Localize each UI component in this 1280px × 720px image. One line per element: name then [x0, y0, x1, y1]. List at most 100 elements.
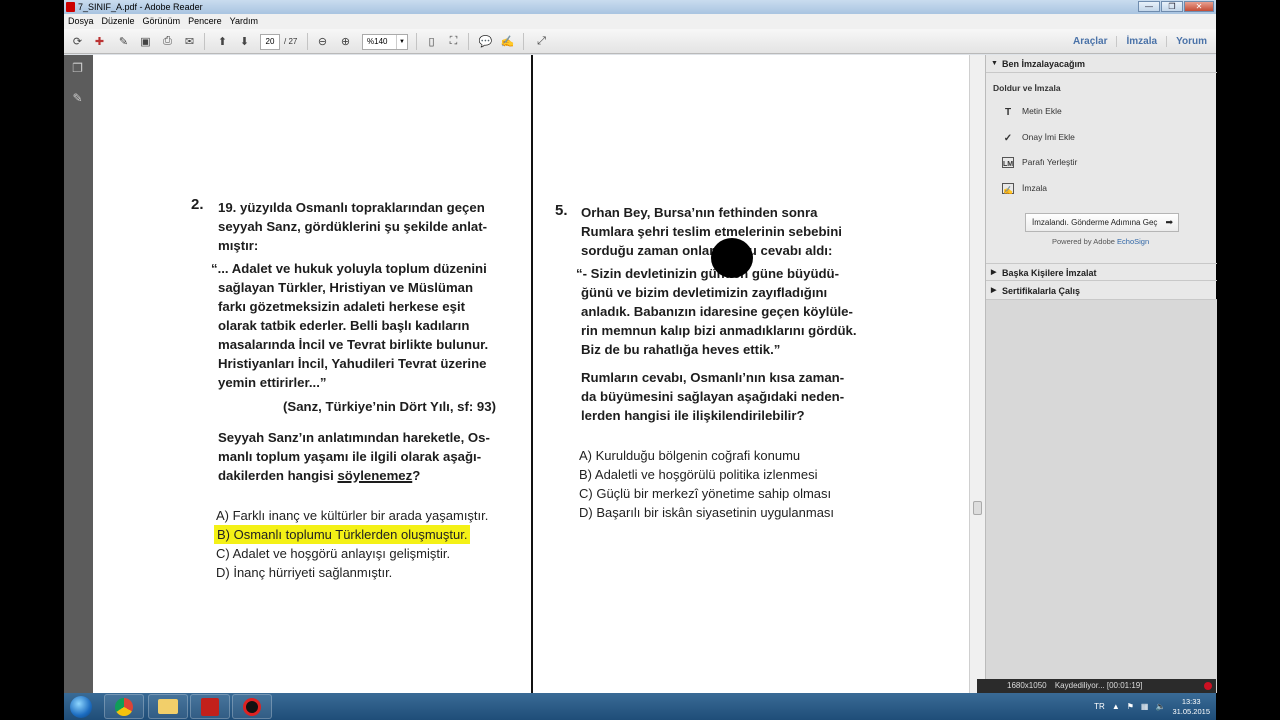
explorer-taskbar-button[interactable] — [148, 694, 188, 719]
question-prompt: Seyyah Sanz’ın anlatımından hareketle, O… — [218, 430, 490, 445]
zoom-select[interactable]: %140 ▼ — [362, 34, 408, 50]
checkmark-icon: ✓ — [1003, 133, 1013, 145]
echosign-link[interactable]: EchoSign — [1117, 237, 1149, 246]
question-number: 2. — [191, 196, 204, 213]
convert-icon[interactable]: ✚ — [91, 33, 108, 50]
option-a: A) Kurulduğu bölgenin coğrafi konumu — [579, 448, 801, 463]
chrome-icon — [115, 697, 133, 716]
highlight-icon[interactable]: ✍ — [499, 33, 516, 50]
print-icon[interactable]: ⎙ — [159, 33, 176, 50]
item-label: Onay İmi Ekle — [1022, 132, 1075, 142]
menu-pencere[interactable]: Pencere — [184, 14, 226, 29]
clock[interactable]: 13:33 31.05.2015 — [1172, 697, 1210, 717]
signature-icon: ✍ — [1002, 183, 1014, 195]
menu-dosya[interactable]: Dosya — [64, 14, 98, 29]
save-icon[interactable]: ▣ — [137, 33, 154, 50]
chevron-right-icon: ▶ — [991, 269, 997, 276]
maximize-button[interactable]: ❐ — [1161, 1, 1183, 12]
section-i-will-sign[interactable]: ▼ Ben İmzalayacağım — [986, 55, 1217, 73]
quote-text: ğünü ve bizim devletimizin zayıfladığını — [581, 285, 828, 300]
option-b-highlighted: B) Osmanlı toplumu Türklerden oluşmuştur… — [214, 525, 471, 544]
quote-text: “- Sizin devletinizin günden güne büyüdü… — [576, 266, 840, 281]
pdf-page-left: 2. 19. yüzyılda Osmanlı topraklarından g… — [93, 55, 531, 693]
recorder-taskbar-button[interactable] — [232, 694, 272, 719]
start-button[interactable] — [66, 693, 96, 720]
zoom-in-icon[interactable]: ⊕ — [337, 33, 354, 50]
comment-icon[interactable]: 💬 — [477, 33, 494, 50]
fit-width-icon[interactable]: ⛶ — [445, 33, 462, 50]
quote-text: olarak tatbik ederler. Belli başlı kadıl… — [218, 318, 470, 333]
network-icon[interactable]: ▦ — [1141, 702, 1149, 711]
zoom-value: %140 — [367, 37, 388, 46]
document-view[interactable]: 2. 19. yüzyılda Osmanlı topraklarından g… — [93, 55, 969, 693]
record-icon[interactable] — [1204, 682, 1212, 690]
vertical-scrollbar[interactable] — [969, 55, 985, 693]
quote-text: anladık. Babanızın idaresine geçen köylü… — [581, 304, 853, 319]
taskbar: TR ▲ ⚑ ▦ 🔈 13:33 31.05.2015 — [64, 693, 1216, 720]
scrollbar-thumb[interactable] — [973, 501, 982, 515]
adobe-reader-taskbar-button[interactable] — [190, 694, 230, 719]
title-bar: 7_SINIF_A.pdf - Adobe Reader — ❐ ✕ — [64, 0, 1216, 14]
menu-yardim[interactable]: Yardım — [226, 14, 262, 29]
item-label: Metin Ekle — [1022, 106, 1062, 116]
text-icon: T — [1004, 107, 1012, 119]
screen: 7_SINIF_A.pdf - Adobe Reader — ❐ ✕ Dosya… — [0, 0, 1280, 720]
sign-link[interactable]: İmzala — [1116, 36, 1166, 47]
comment-link[interactable]: Yorum — [1166, 36, 1216, 47]
system-tray: TR ▲ ⚑ ▦ 🔈 13:33 31.05.2015 — [1094, 693, 1210, 720]
sign-item[interactable]: ✍ İmzala — [1002, 181, 1047, 195]
language-indicator[interactable]: TR — [1094, 702, 1105, 711]
screen-recorder-bar: 1680x1050 Kaydediliyor... [00:01:19] — [977, 679, 1216, 693]
previous-page-icon[interactable]: ⬆ — [214, 33, 231, 50]
adobe-reader-icon — [201, 697, 219, 716]
folder-icon — [158, 699, 178, 714]
add-checkmark-item[interactable]: ✓ Onay İmi Ekle — [1002, 130, 1075, 144]
pages-icon[interactable]: ❐ — [70, 61, 85, 76]
quote-source: (Sanz, Türkiye’nin Dört Yılı, sf: 93) — [283, 399, 496, 414]
initials-icon: LM — [1002, 157, 1014, 169]
fullscreen-icon[interactable]: ⤢ — [533, 33, 550, 50]
window-title: 7_SINIF_A.pdf - Adobe Reader — [78, 2, 203, 12]
item-label: İmzala — [1022, 183, 1048, 193]
section-title: Sertifikalarla Çalış — [1002, 286, 1081, 296]
section-certificates[interactable]: ▶ Sertifikalarla Çalış — [986, 282, 1217, 300]
section-title: Ben İmzalayacağım — [1002, 59, 1086, 69]
chevron-down-icon: ▼ — [991, 60, 998, 67]
add-text-item[interactable]: T Metin Ekle — [1002, 104, 1062, 118]
section-get-others-sign[interactable]: ▶ Başka Kişilere İmzalat — [986, 263, 1217, 281]
page-total: / 27 — [284, 37, 298, 46]
adobe-reader-icon — [66, 2, 75, 12]
recorder-status: Kaydediliyor... [00:01:19] — [1054, 681, 1143, 690]
question-prompt-part: dakilerden hangisi — [218, 468, 338, 483]
quote-text: farkı gözetmeksizin adaleti herkese eşit — [218, 299, 466, 314]
sign-panel: ▼ Ben İmzalayacağım Doldur ve İmzala T Me… — [985, 55, 1217, 693]
pdf-page-right: 5. Orhan Bey, Bursa’nın fethinden sonra … — [533, 55, 969, 693]
tools-link[interactable]: Araçlar — [1064, 36, 1116, 47]
menu-gorunum[interactable]: Görünüm — [139, 14, 185, 29]
minimize-button[interactable]: — — [1138, 1, 1160, 12]
windows-logo-icon — [70, 695, 92, 718]
flag-icon[interactable]: ⚑ — [1127, 702, 1134, 711]
email-icon[interactable]: ✉ — [181, 33, 198, 50]
menu-bar: Dosya Düzenle Görünüm Pencere Yardım — [64, 14, 1216, 29]
powered-by: Powered by Adobe EchoSign — [1052, 237, 1149, 246]
page-number-input[interactable]: 20 — [260, 34, 280, 50]
chrome-taskbar-button[interactable] — [104, 694, 144, 719]
clock-time: 13:33 — [1181, 696, 1201, 706]
close-button[interactable]: ✕ — [1184, 1, 1214, 12]
navigation-pane: ❐ ✎ — [64, 55, 93, 693]
edit-icon[interactable]: ✎ — [115, 33, 132, 50]
question-text: mıştır: — [218, 238, 259, 253]
fit-page-icon[interactable]: ▯ — [423, 33, 440, 50]
volume-icon[interactable]: 🔈 — [1155, 702, 1165, 711]
quote-text: Biz de bu rahatlığa heves ettik.” — [581, 342, 781, 357]
next-page-icon[interactable]: ⬇ — [236, 33, 253, 50]
quote-text: masalarında İncil ve Tevrat birlikte bul… — [218, 337, 489, 352]
signed-next-step-button[interactable]: İmzalandı. Gönderme Adımına Geç ➡ — [1025, 213, 1179, 232]
chevron-up-icon[interactable]: ▲ — [1112, 702, 1120, 711]
place-initials-item[interactable]: LM Parafı Yerleştir — [1002, 155, 1077, 169]
create-pdf-icon[interactable]: ⟳ — [69, 33, 86, 50]
zoom-out-icon[interactable]: ⊖ — [314, 33, 331, 50]
menu-duzenle[interactable]: Düzenle — [98, 14, 139, 29]
attachments-icon[interactable]: ✎ — [70, 91, 85, 106]
